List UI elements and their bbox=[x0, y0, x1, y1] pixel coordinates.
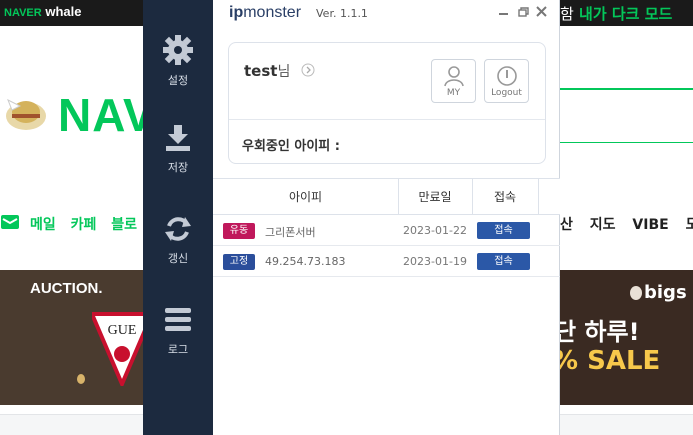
column-divider bbox=[538, 179, 539, 215]
whale-logo: NAVER whale bbox=[4, 4, 81, 19]
bypass-ip-label: 우회중인 아이피 : bbox=[242, 139, 340, 154]
my-button[interactable]: MY bbox=[431, 59, 476, 103]
whale-logo-whale: whale bbox=[45, 4, 82, 19]
column-header-connect: 접속 bbox=[493, 190, 517, 204]
minimize-button[interactable] bbox=[496, 4, 512, 20]
chevron-right-icon[interactable] bbox=[301, 63, 315, 77]
logout-button[interactable]: Logout bbox=[484, 59, 529, 103]
table-header: 아이피 만료일 접속 bbox=[213, 178, 560, 215]
app-sidebar: 설정 저장 갱신 로그 bbox=[143, 0, 213, 435]
mail-icon[interactable] bbox=[0, 212, 20, 232]
expiry-cell: 2023-01-22 bbox=[403, 224, 467, 237]
app-brand-logo: ipmonster bbox=[229, 4, 301, 22]
nav-books[interactable]: 도서 bbox=[686, 217, 693, 233]
user-honorific: 님 bbox=[277, 64, 291, 80]
auction-banner[interactable]: AUCTION. GUE bbox=[0, 270, 143, 405]
nav-map[interactable]: 지도 bbox=[590, 217, 616, 233]
card-divider bbox=[229, 119, 545, 120]
ipmonster-window: ipmonster Ver. 1.1.1 test님 MY Logout 우회중… bbox=[213, 0, 560, 435]
user-name: test님 bbox=[244, 61, 290, 81]
auction-label: AUCTION. bbox=[30, 280, 103, 297]
whale-logo-naver: NAVER bbox=[4, 7, 42, 19]
naver-nav-right: 산 지도 VIBE 도서 bbox=[560, 214, 693, 234]
sidebar-label-settings: 설정 bbox=[167, 74, 189, 87]
sidebar-label-log: 로그 bbox=[167, 343, 189, 356]
banner-sale-text: % SALE bbox=[560, 346, 661, 376]
close-button[interactable] bbox=[534, 4, 550, 20]
connect-button[interactable]: 접속 bbox=[477, 222, 530, 239]
sidebar-label-save: 저장 bbox=[167, 161, 189, 174]
banner-headline: 단 하루! bbox=[560, 318, 640, 346]
sidebar-item-settings[interactable]: 설정 bbox=[143, 34, 213, 88]
nav-mail[interactable]: 메일 bbox=[30, 217, 56, 233]
ip-type-badge: 유동 bbox=[223, 223, 255, 239]
logout-button-label: Logout bbox=[491, 88, 522, 98]
bigs-label: bigs bbox=[644, 282, 687, 303]
close-icon bbox=[536, 6, 547, 17]
sidebar-item-refresh[interactable]: 갱신 bbox=[143, 214, 213, 266]
naver-logo[interactable]: NAV bbox=[58, 88, 155, 142]
column-header-expiry: 만료일 bbox=[418, 190, 452, 204]
nav-item-1[interactable]: 산 bbox=[560, 217, 573, 233]
ip-cell: 49.254.73.183 bbox=[265, 255, 346, 268]
connect-button[interactable]: 접속 bbox=[477, 253, 530, 270]
brand-ip: ip bbox=[229, 4, 244, 21]
ip-type-badge: 고정 bbox=[223, 254, 255, 270]
bigs-banner[interactable]: bigs 단 하루! % SALE bbox=[560, 270, 693, 405]
naver-nav-left: 메일 카페 블로 bbox=[30, 214, 147, 234]
banner-decor-dot bbox=[77, 374, 85, 384]
guess-text: GUE bbox=[108, 323, 137, 338]
user-icon bbox=[443, 66, 464, 87]
table-row[interactable]: 고정 49.254.73.183 2023-01-19 접속 bbox=[213, 246, 560, 277]
dark-mode-prefix: 함 bbox=[560, 5, 574, 23]
sidebar-item-save[interactable]: 저장 bbox=[143, 123, 213, 175]
ip-table: 아이피 만료일 접속 유동 그리폰서버 2023-01-22 접속 고정 49.… bbox=[213, 178, 560, 277]
nav-vibe[interactable]: VIBE bbox=[632, 217, 668, 233]
nav-cafe[interactable]: 카페 bbox=[71, 217, 97, 233]
sidebar-item-log[interactable]: 로그 bbox=[143, 305, 213, 357]
user-card: test님 MY Logout 우회중인 아이피 : bbox=[228, 42, 546, 164]
guess-logo: GUE bbox=[92, 310, 143, 386]
column-header-ip: 아이피 bbox=[288, 190, 323, 204]
sidebar-label-refresh: 갱신 bbox=[167, 252, 189, 265]
power-icon bbox=[496, 66, 517, 86]
refresh-icon bbox=[165, 217, 191, 241]
search-border-bottom bbox=[560, 142, 693, 143]
restore-button[interactable] bbox=[515, 4, 531, 20]
nav-blog[interactable]: 블로 bbox=[111, 217, 137, 233]
naver-mascot-icon bbox=[6, 98, 46, 130]
gear-icon bbox=[163, 35, 193, 65]
menu-icon bbox=[165, 308, 191, 331]
app-version: Ver. 1.1.1 bbox=[316, 7, 368, 20]
expiry-cell: 2023-01-19 bbox=[403, 255, 467, 268]
bigs-logo: bigs bbox=[630, 282, 687, 303]
search-border-top bbox=[560, 88, 693, 90]
ip-cell: 그리폰서버 bbox=[265, 226, 316, 239]
table-row[interactable]: 유동 그리폰서버 2023-01-22 접속 bbox=[213, 215, 560, 246]
brand-monster: monster bbox=[243, 4, 302, 21]
dark-mode-promo[interactable]: 함 내가 다크 모드 bbox=[560, 3, 672, 24]
title-bar[interactable]: ipmonster Ver. 1.1.1 bbox=[213, 0, 560, 28]
my-button-label: MY bbox=[446, 88, 461, 98]
minimize-icon bbox=[499, 13, 508, 15]
dark-mode-label: 내가 다크 모드 bbox=[579, 5, 673, 23]
restore-icon bbox=[518, 7, 529, 17]
download-icon bbox=[166, 125, 190, 151]
user-id: test bbox=[244, 62, 278, 80]
